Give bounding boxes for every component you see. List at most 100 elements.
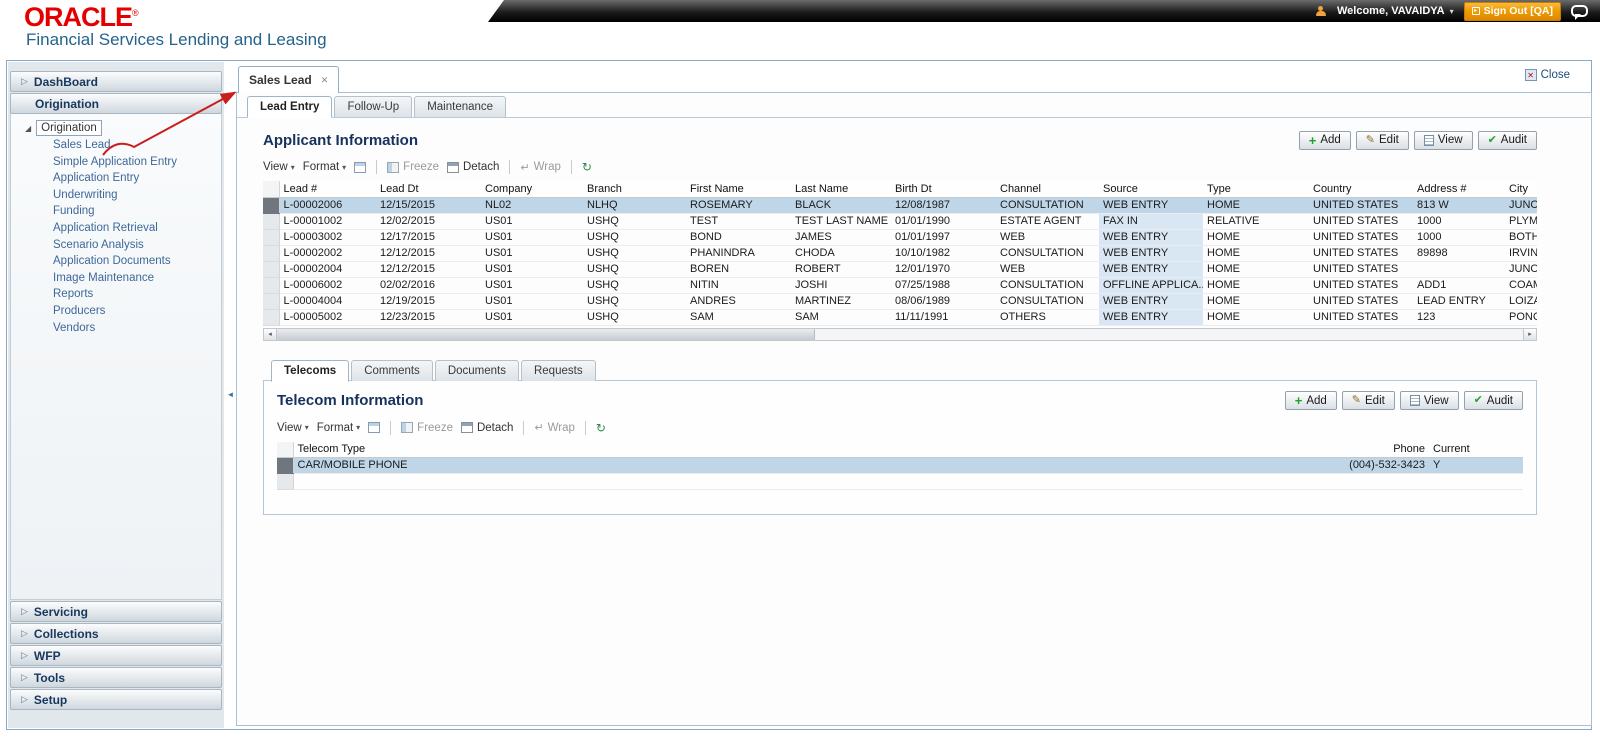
column-header[interactable]: Type (1203, 181, 1309, 198)
row-selector[interactable] (263, 277, 280, 294)
tab[interactable]: Comments (351, 359, 433, 381)
sidebar-tree-item[interactable]: Application Documents (11, 253, 221, 270)
close-button[interactable]: ✕ Close (1524, 69, 1570, 81)
sidebar-tree-item[interactable]: Funding (11, 203, 221, 220)
view-button[interactable]: View (1413, 130, 1473, 150)
format-menu[interactable]: Format ▾ (317, 422, 360, 434)
row-selector[interactable] (263, 261, 280, 278)
view-menu[interactable]: View ▾ (263, 161, 295, 173)
freeze-button[interactable]: Freeze (387, 161, 439, 173)
add-button[interactable]: + Add (1298, 130, 1351, 150)
sidebar-section[interactable]: ▷ Tools (10, 667, 222, 688)
scroll-left-icon[interactable]: ◂ (264, 328, 277, 340)
sidebar-tree-item[interactable]: Vendors (11, 320, 221, 337)
row-selector[interactable] (277, 473, 294, 490)
row-selector[interactable] (263, 245, 280, 262)
user-menu[interactable]: Welcome, VAVAIDYA ▾ (1337, 5, 1454, 17)
tree-root-origination[interactable]: ◢ Origination (11, 119, 221, 137)
tab[interactable]: Follow-Up (334, 96, 413, 117)
table-row[interactable] (277, 473, 1523, 490)
row-selector[interactable] (263, 213, 280, 230)
format-menu[interactable]: Format ▾ (303, 161, 346, 173)
sidebar-tree-item[interactable]: Image Maintenance (11, 270, 221, 287)
column-header[interactable]: Last Name (791, 181, 891, 198)
sidebar-section[interactable]: ▷ Setup (10, 689, 222, 710)
wrap-button[interactable]: ↵ Wrap (520, 161, 561, 174)
sidebar-section[interactable]: ▷ Servicing (10, 601, 222, 622)
row-selector[interactable] (263, 197, 280, 214)
refresh-icon[interactable]: ↻ (596, 422, 606, 434)
wrap-button[interactable]: ↵ Wrap (534, 421, 575, 435)
sidebar-section[interactable]: ▷ Collections (10, 623, 222, 644)
view-button[interactable]: View (1399, 391, 1459, 410)
table-row[interactable]: L-00004004 12/19/2015 US01 USHQ ANDRES M… (263, 293, 1537, 310)
sidebar-tree-item[interactable]: Scenario Analysis (11, 237, 221, 254)
column-header[interactable]: City (1505, 181, 1537, 198)
row-selector[interactable] (277, 457, 294, 474)
view-menu[interactable]: View ▾ (277, 422, 309, 434)
export-table-icon[interactable] (354, 161, 367, 173)
freeze-button[interactable]: Freeze (401, 422, 453, 434)
tab[interactable]: Maintenance (414, 96, 507, 117)
applicant-toolbar: View ▾ Format ▾ Freeze Detach ↵ Wrap ↻ (263, 156, 1537, 178)
column-header[interactable]: Address # (1413, 181, 1505, 198)
column-header[interactable]: Source (1099, 181, 1203, 198)
horizontal-scrollbar[interactable]: ◂ ▸ (263, 327, 1537, 341)
edit-button[interactable]: ✎ Edit (1355, 130, 1409, 150)
scrollbar-thumb[interactable] (277, 328, 815, 340)
sidebar-tree-item[interactable]: Sales Lead (11, 137, 221, 154)
sidebar-item-dashboard[interactable]: ▷ DashBoard (10, 71, 222, 92)
sidebar-tree-item[interactable]: Producers (11, 303, 221, 320)
window-tab-sales-lead[interactable]: Sales Lead ✕ (238, 66, 340, 93)
tab[interactable]: Telecoms (271, 359, 350, 382)
table-row[interactable]: L-00002002 12/12/2015 US01 USHQ PHANINDR… (263, 245, 1537, 262)
table-row[interactable]: L-00003002 12/17/2015 US01 USHQ BOND JAM… (263, 229, 1537, 246)
sidebar-tree-item[interactable]: Reports (11, 286, 221, 303)
column-header[interactable]: Channel (996, 181, 1099, 198)
sidebar-section[interactable]: ▷ WFP (10, 645, 222, 666)
add-button[interactable]: + Add (1284, 391, 1337, 410)
sidebar-tree-item[interactable]: Application Retrieval (11, 220, 221, 237)
scroll-right-icon[interactable]: ▸ (1523, 328, 1536, 340)
table-row[interactable]: CAR/MOBILE PHONE (004)-532-3423 Y (277, 457, 1523, 474)
sign-out-button[interactable]: ▸ Sign Out [QA] (1463, 1, 1561, 21)
detach-button[interactable]: Detach (446, 161, 499, 173)
tab[interactable]: Lead Entry (247, 96, 333, 118)
column-header[interactable]: Birth Dt (891, 181, 996, 198)
row-selector[interactable] (263, 229, 280, 246)
toolbar-separator (509, 160, 511, 174)
column-header[interactable]: Lead Dt (376, 181, 481, 198)
detach-button[interactable]: Detach (460, 422, 513, 434)
column-header[interactable]: Phone (1321, 441, 1429, 458)
table-row[interactable]: L-00002006 12/15/2015 NL02 NLHQ ROSEMARY… (263, 197, 1537, 214)
column-header[interactable]: Country (1309, 181, 1413, 198)
chat-bubble-icon[interactable] (1571, 5, 1588, 20)
chevron-down-icon: ▾ (1449, 6, 1454, 16)
row-selector[interactable] (263, 293, 280, 310)
column-header[interactable]: Company (481, 181, 583, 198)
column-header[interactable]: Telecom Type (293, 441, 1321, 458)
table-row[interactable]: L-00002004 12/12/2015 US01 USHQ BOREN RO… (263, 261, 1537, 278)
sidebar-tree-item[interactable]: Simple Application Entry (11, 154, 221, 171)
table-row[interactable]: L-00001002 12/02/2015 US01 USHQ TEST TES… (263, 213, 1537, 230)
column-header[interactable]: First Name (686, 181, 791, 198)
table-row[interactable]: L-00005002 12/23/2015 US01 USHQ SAM SAM … (263, 309, 1537, 326)
tab[interactable]: Documents (434, 359, 519, 381)
column-header[interactable]: Branch (583, 181, 686, 198)
sidebar-item-origination[interactable]: Origination (10, 93, 222, 114)
refresh-icon[interactable]: ↻ (582, 161, 592, 173)
edit-button[interactable]: ✎ Edit (1341, 391, 1395, 410)
column-header[interactable]: Lead # (279, 181, 376, 198)
sidebar-tree-item[interactable]: Application Entry (11, 170, 221, 187)
tree-root-label[interactable]: Origination (36, 120, 102, 136)
export-table-icon[interactable] (368, 422, 381, 433)
table-row[interactable]: L-00006002 02/02/2016 US01 USHQ NITIN JO… (263, 277, 1537, 294)
tab-close-icon[interactable]: ✕ (321, 75, 329, 86)
tab[interactable]: Requests (520, 359, 596, 381)
audit-button[interactable]: ✔ Audit (1477, 130, 1537, 150)
sidebar-tree-item[interactable]: Underwriting (11, 187, 221, 204)
row-selector[interactable] (263, 309, 280, 326)
audit-button[interactable]: ✔ Audit (1463, 391, 1523, 410)
sidebar-collapse-handle[interactable]: ◄ (226, 386, 235, 402)
column-header[interactable]: Current (1429, 441, 1523, 458)
